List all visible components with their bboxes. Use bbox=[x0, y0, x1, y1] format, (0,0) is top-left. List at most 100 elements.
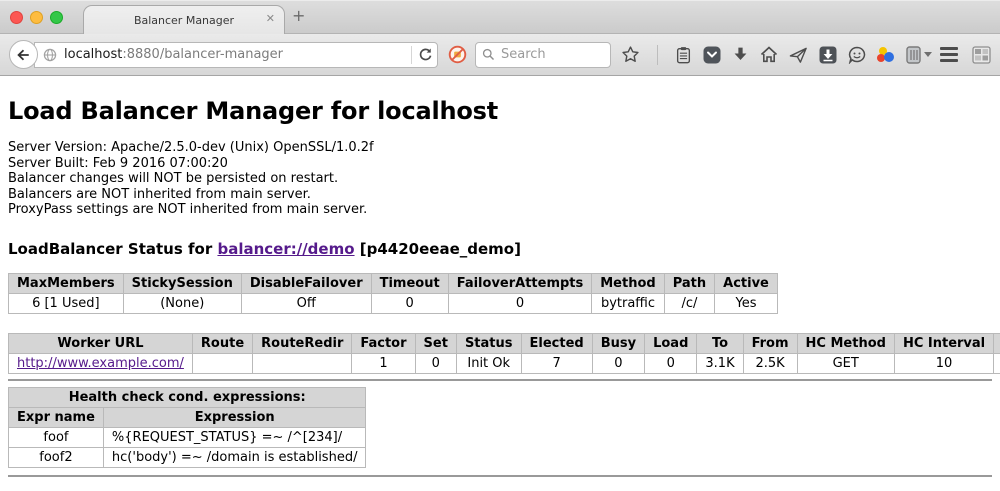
url-path: :8880/balancer-manager bbox=[122, 47, 283, 62]
toolbar-buttons bbox=[621, 45, 932, 65]
tab-groups-icon[interactable] bbox=[972, 46, 991, 64]
toolbar-separator bbox=[657, 45, 658, 65]
dropdown-caret-icon[interactable] bbox=[924, 52, 932, 57]
cell-worker-url: http://www.example.com/ bbox=[9, 353, 193, 373]
menu-icon[interactable] bbox=[940, 47, 958, 62]
section-divider bbox=[8, 379, 992, 381]
col-header: DisableFailover bbox=[241, 273, 371, 293]
cell-from: 2.5K bbox=[743, 353, 797, 373]
col-header: To bbox=[697, 333, 743, 353]
col-header: Timeout bbox=[371, 273, 448, 293]
cell-hc-interval: 10 bbox=[894, 353, 993, 373]
cell-factor: 1 bbox=[352, 353, 415, 373]
col-header: Expr name bbox=[9, 407, 104, 427]
tab-bar: Balancer Manager ✕ + bbox=[0, 0, 1000, 33]
col-header: StickySession bbox=[123, 273, 241, 293]
cell-busy: 0 bbox=[592, 353, 644, 373]
col-header: HC Method bbox=[797, 333, 894, 353]
table-row: foof %{REQUEST_STATUS} =~ /^[234]/ bbox=[9, 427, 366, 447]
cell-elected: 7 bbox=[521, 353, 592, 373]
server-version-line: Server Version: Apache/2.5.0-dev (Unix) … bbox=[8, 140, 992, 156]
cell-to: 3.1K bbox=[697, 353, 743, 373]
table-row: 6 [1 Used] (None) Off 0 0 bytraffic /c/ … bbox=[9, 293, 778, 313]
server-info: Server Version: Apache/2.5.0-dev (Unix) … bbox=[8, 140, 992, 218]
col-header: RouteRedir bbox=[253, 333, 352, 353]
cell-passes: 1 (0) bbox=[994, 353, 1000, 373]
table-header-row: Expr name Expression bbox=[9, 407, 366, 427]
table-header-row: MaxMembers StickySession DisableFailover… bbox=[9, 273, 778, 293]
back-arrow-icon bbox=[16, 48, 31, 62]
globe-icon bbox=[43, 48, 57, 62]
cell-disablefailover: Off bbox=[241, 293, 371, 313]
cell-method: bytraffic bbox=[592, 293, 664, 313]
back-button[interactable] bbox=[9, 40, 38, 69]
tab-close-icon[interactable]: ✕ bbox=[266, 13, 275, 24]
browser-tab[interactable]: Balancer Manager ✕ bbox=[83, 5, 285, 34]
search-input[interactable] bbox=[499, 46, 604, 63]
proxypass-notice-line: ProxyPass settings are NOT inherited fro… bbox=[8, 202, 992, 218]
col-header: MaxMembers bbox=[9, 273, 124, 293]
cell-expr-name: foof2 bbox=[9, 447, 104, 467]
col-header: HC Interval bbox=[894, 333, 993, 353]
url-text[interactable]: localhost:8880/balancer-manager bbox=[64, 47, 405, 62]
navigation-toolbar: localhost:8880/balancer-manager bbox=[0, 33, 1000, 76]
home-icon[interactable] bbox=[760, 46, 778, 63]
content-block-icon[interactable] bbox=[448, 45, 467, 64]
col-header: From bbox=[743, 333, 797, 353]
page-title: Load Balancer Manager for localhost bbox=[8, 97, 992, 125]
bookmark-star-icon[interactable] bbox=[621, 45, 640, 64]
cell-timeout: 0 bbox=[371, 293, 448, 313]
table-title-row: Health check cond. expressions: bbox=[9, 387, 366, 407]
inherit-notice-line: Balancers are NOT inherited from main se… bbox=[8, 187, 992, 203]
col-header: Set bbox=[415, 333, 456, 353]
cell-stickysession: (None) bbox=[123, 293, 241, 313]
cell-load: 0 bbox=[645, 353, 697, 373]
feedback-smiley-icon[interactable] bbox=[848, 46, 866, 64]
container-icon[interactable] bbox=[906, 46, 932, 64]
search-icon bbox=[482, 48, 495, 61]
clipboard-icon[interactable] bbox=[675, 46, 692, 64]
balancer-link[interactable]: balancer://demo bbox=[217, 240, 354, 258]
cell-status: Init Ok bbox=[456, 353, 521, 373]
table-row: foof2 hc('body') =~ /domain is establish… bbox=[9, 447, 366, 467]
address-bar[interactable]: localhost:8880/balancer-manager bbox=[34, 42, 438, 68]
cell-maxmembers: 6 [1 Used] bbox=[9, 293, 124, 313]
pocket-icon[interactable] bbox=[703, 46, 721, 64]
tab-title: Balancer Manager bbox=[134, 14, 234, 27]
cell-hc-method: GET bbox=[797, 353, 894, 373]
url-host: localhost bbox=[64, 47, 122, 62]
col-header: Status bbox=[456, 333, 521, 353]
window-minimize-button[interactable] bbox=[30, 11, 43, 24]
reload-button[interactable] bbox=[418, 47, 433, 62]
send-plane-icon[interactable] bbox=[789, 46, 808, 64]
table-row: http://www.example.com/ 1 0 Init Ok 7 0 … bbox=[9, 353, 1000, 373]
table-header-row: Worker URL Route RouteRedir Factor Set S… bbox=[9, 333, 1000, 353]
search-bar[interactable] bbox=[475, 42, 611, 68]
new-tab-button[interactable]: + bbox=[292, 6, 305, 25]
cell-expr-name: foof bbox=[9, 427, 104, 447]
save-box-icon[interactable] bbox=[819, 46, 837, 64]
toolbar-right-group bbox=[940, 46, 991, 64]
col-header: Path bbox=[664, 273, 714, 293]
window-close-button[interactable] bbox=[10, 11, 23, 24]
worker-url-link[interactable]: http://www.example.com/ bbox=[17, 356, 184, 371]
cell-routeredir bbox=[253, 353, 352, 373]
colored-dots-icon[interactable] bbox=[877, 47, 895, 63]
col-header: Busy bbox=[592, 333, 644, 353]
downloads-icon[interactable] bbox=[732, 46, 749, 63]
cell-path: /c/ bbox=[664, 293, 714, 313]
cell-failoverattempts: 0 bbox=[448, 293, 592, 313]
col-header: Load bbox=[645, 333, 697, 353]
cell-expression: hc('body') =~ /domain is established/ bbox=[103, 447, 366, 467]
col-header: Factor bbox=[352, 333, 415, 353]
page-content: Load Balancer Manager for localhost Serv… bbox=[0, 97, 1000, 477]
window-controls bbox=[10, 11, 63, 24]
window-zoom-button[interactable] bbox=[50, 11, 63, 24]
col-header: Expression bbox=[103, 407, 366, 427]
cell-active: Yes bbox=[715, 293, 778, 313]
col-header: Active bbox=[715, 273, 778, 293]
cell-expression: %{REQUEST_STATUS} =~ /^[234]/ bbox=[103, 427, 366, 447]
col-header: FailoverAttempts bbox=[448, 273, 592, 293]
col-header: Worker URL bbox=[9, 333, 193, 353]
col-header: Passes bbox=[994, 333, 1000, 353]
